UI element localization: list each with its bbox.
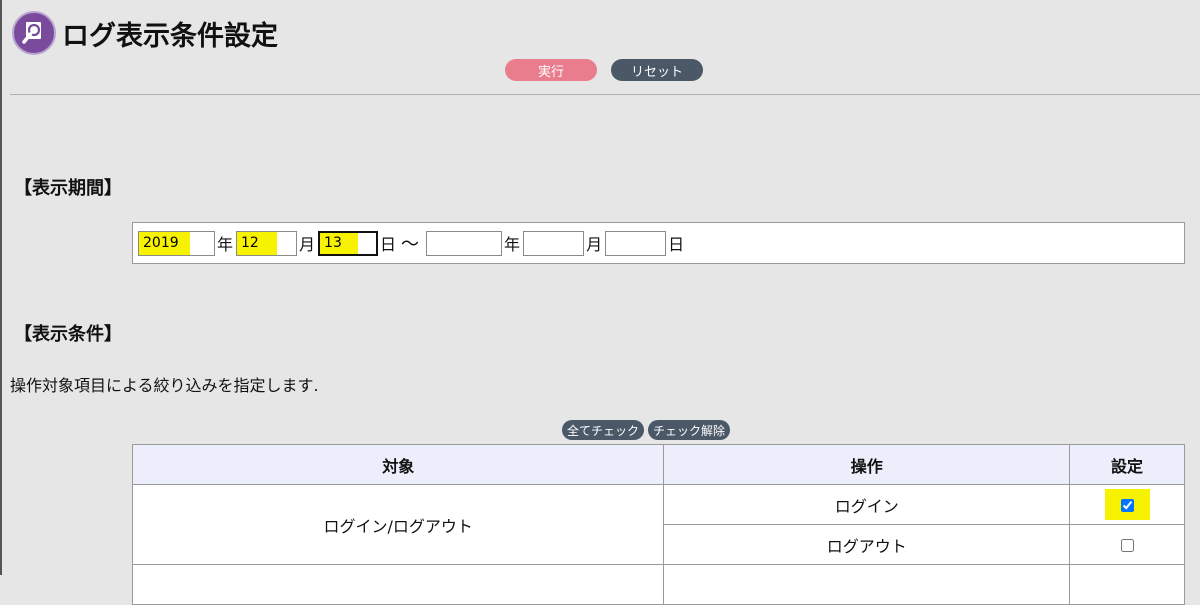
execute-button[interactable]: 実行 — [505, 59, 597, 81]
action-buttons: 実行 リセット — [0, 59, 1200, 81]
reset-button[interactable]: リセット — [611, 59, 703, 81]
checkbox-wrap — [1105, 529, 1150, 560]
range-separator: ～ — [401, 234, 420, 255]
column-header-operation: 操作 — [663, 444, 1071, 485]
page-title: ログ表示条件設定 — [62, 20, 278, 52]
start-month-input[interactable] — [236, 230, 298, 256]
end-year-unit: 年 — [504, 235, 521, 254]
column-header-setting: 設定 — [1069, 444, 1185, 485]
check-all-button[interactable]: 全てチェック — [562, 420, 645, 440]
magnifier-log-icon — [12, 11, 56, 55]
period-section-title: 【表示期間】 — [14, 178, 122, 199]
uncheck-all-button[interactable]: チェック解除 — [648, 420, 731, 440]
end-month-unit: 月 — [586, 235, 603, 254]
table-row — [131, 564, 1185, 605]
end-day-input[interactable] — [605, 230, 667, 256]
start-day-input[interactable] — [318, 230, 379, 256]
page-header: ログ表示条件設定 — [12, 10, 278, 56]
target-cell-empty — [131, 564, 665, 605]
end-day-unit: 日 — [668, 235, 685, 254]
conditions-description: 操作対象項目による絞り込みを指定します. — [10, 376, 319, 395]
operation-cell-empty — [663, 564, 1071, 605]
target-cell: ログイン/ログアウト — [131, 484, 665, 565]
setting-cell — [1069, 524, 1185, 565]
period-row: 年 月 日 ～ 年 月 日 — [132, 222, 1185, 264]
check-buttons: 全てチェック チェック解除 — [562, 420, 731, 440]
table-header-row: 対象 操作 設定 — [131, 444, 1185, 485]
start-year-input[interactable] — [138, 230, 215, 256]
start-day-unit: 日 — [380, 235, 397, 254]
setting-cell-empty — [1069, 564, 1185, 605]
conditions-section-title: 【表示条件】 — [14, 324, 122, 345]
column-header-target: 対象 — [131, 444, 665, 485]
conditions-table: 対象 操作 設定 ログイン/ログアウト ログイン ログアウト — [131, 444, 1185, 605]
end-year-input[interactable] — [426, 230, 503, 256]
operation-cell: ログアウト — [663, 524, 1071, 565]
table-row: ログイン/ログアウト ログイン — [131, 484, 1185, 565]
operation-cell: ログイン — [663, 484, 1071, 525]
checkbox-highlight — [1104, 489, 1150, 520]
logout-checkbox[interactable] — [1120, 539, 1134, 552]
start-year-unit: 年 — [217, 235, 234, 254]
left-border — [0, 0, 2, 575]
login-checkbox[interactable] — [1120, 499, 1134, 512]
setting-cell — [1069, 484, 1185, 525]
start-month-unit: 月 — [299, 235, 316, 254]
end-month-input[interactable] — [523, 230, 585, 256]
divider — [10, 94, 1200, 95]
